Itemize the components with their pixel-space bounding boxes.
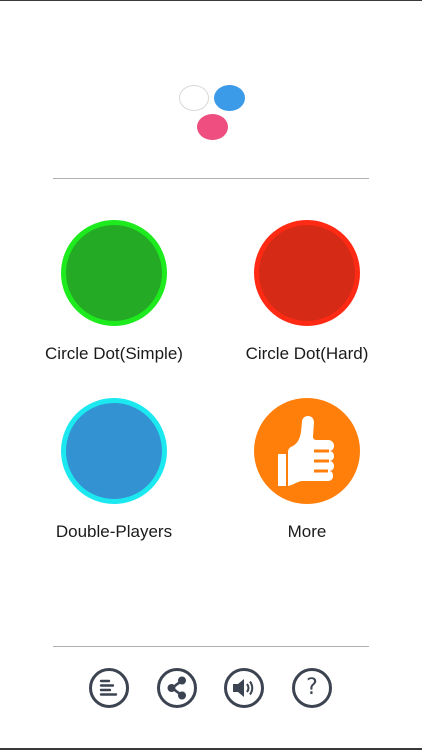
hard-mode-label[interactable]: Circle Dot(Hard): [217, 344, 397, 364]
share-button[interactable]: [157, 668, 197, 708]
double-players-label[interactable]: Double-Players: [24, 522, 204, 542]
share-icon: [167, 676, 186, 700]
thumbs-up-icon[interactable]: [254, 398, 360, 504]
more-label[interactable]: More: [217, 522, 397, 542]
green-circle-icon[interactable]: [61, 220, 167, 326]
logo-pink-dot: [197, 114, 228, 140]
speaker-icon: [233, 679, 254, 697]
list-button[interactable]: [89, 668, 129, 708]
thumbs-up-glyph: [278, 416, 334, 486]
double-players-button[interactable]: Double-Players: [24, 398, 204, 542]
hard-mode-button[interactable]: Circle Dot(Hard): [217, 220, 397, 364]
status-bar-edge: [0, 0, 422, 1]
logo-blue-dot: [214, 85, 245, 111]
list-icon: [99, 679, 118, 696]
blue-circle-icon[interactable]: [61, 398, 167, 504]
bottom-divider: [53, 646, 369, 647]
simple-mode-button[interactable]: Circle Dot(Simple): [24, 220, 204, 364]
app-logo: [178, 84, 248, 142]
top-divider: [53, 178, 369, 179]
simple-mode-label[interactable]: Circle Dot(Simple): [24, 344, 204, 364]
bottom-toolbar: ?: [0, 668, 422, 712]
more-button[interactable]: More: [217, 398, 397, 542]
help-icon: ?: [306, 675, 318, 700]
help-button[interactable]: ?: [292, 668, 332, 708]
red-circle-icon[interactable]: [254, 220, 360, 326]
sound-button[interactable]: [224, 668, 264, 708]
logo-white-dot: [179, 85, 209, 111]
